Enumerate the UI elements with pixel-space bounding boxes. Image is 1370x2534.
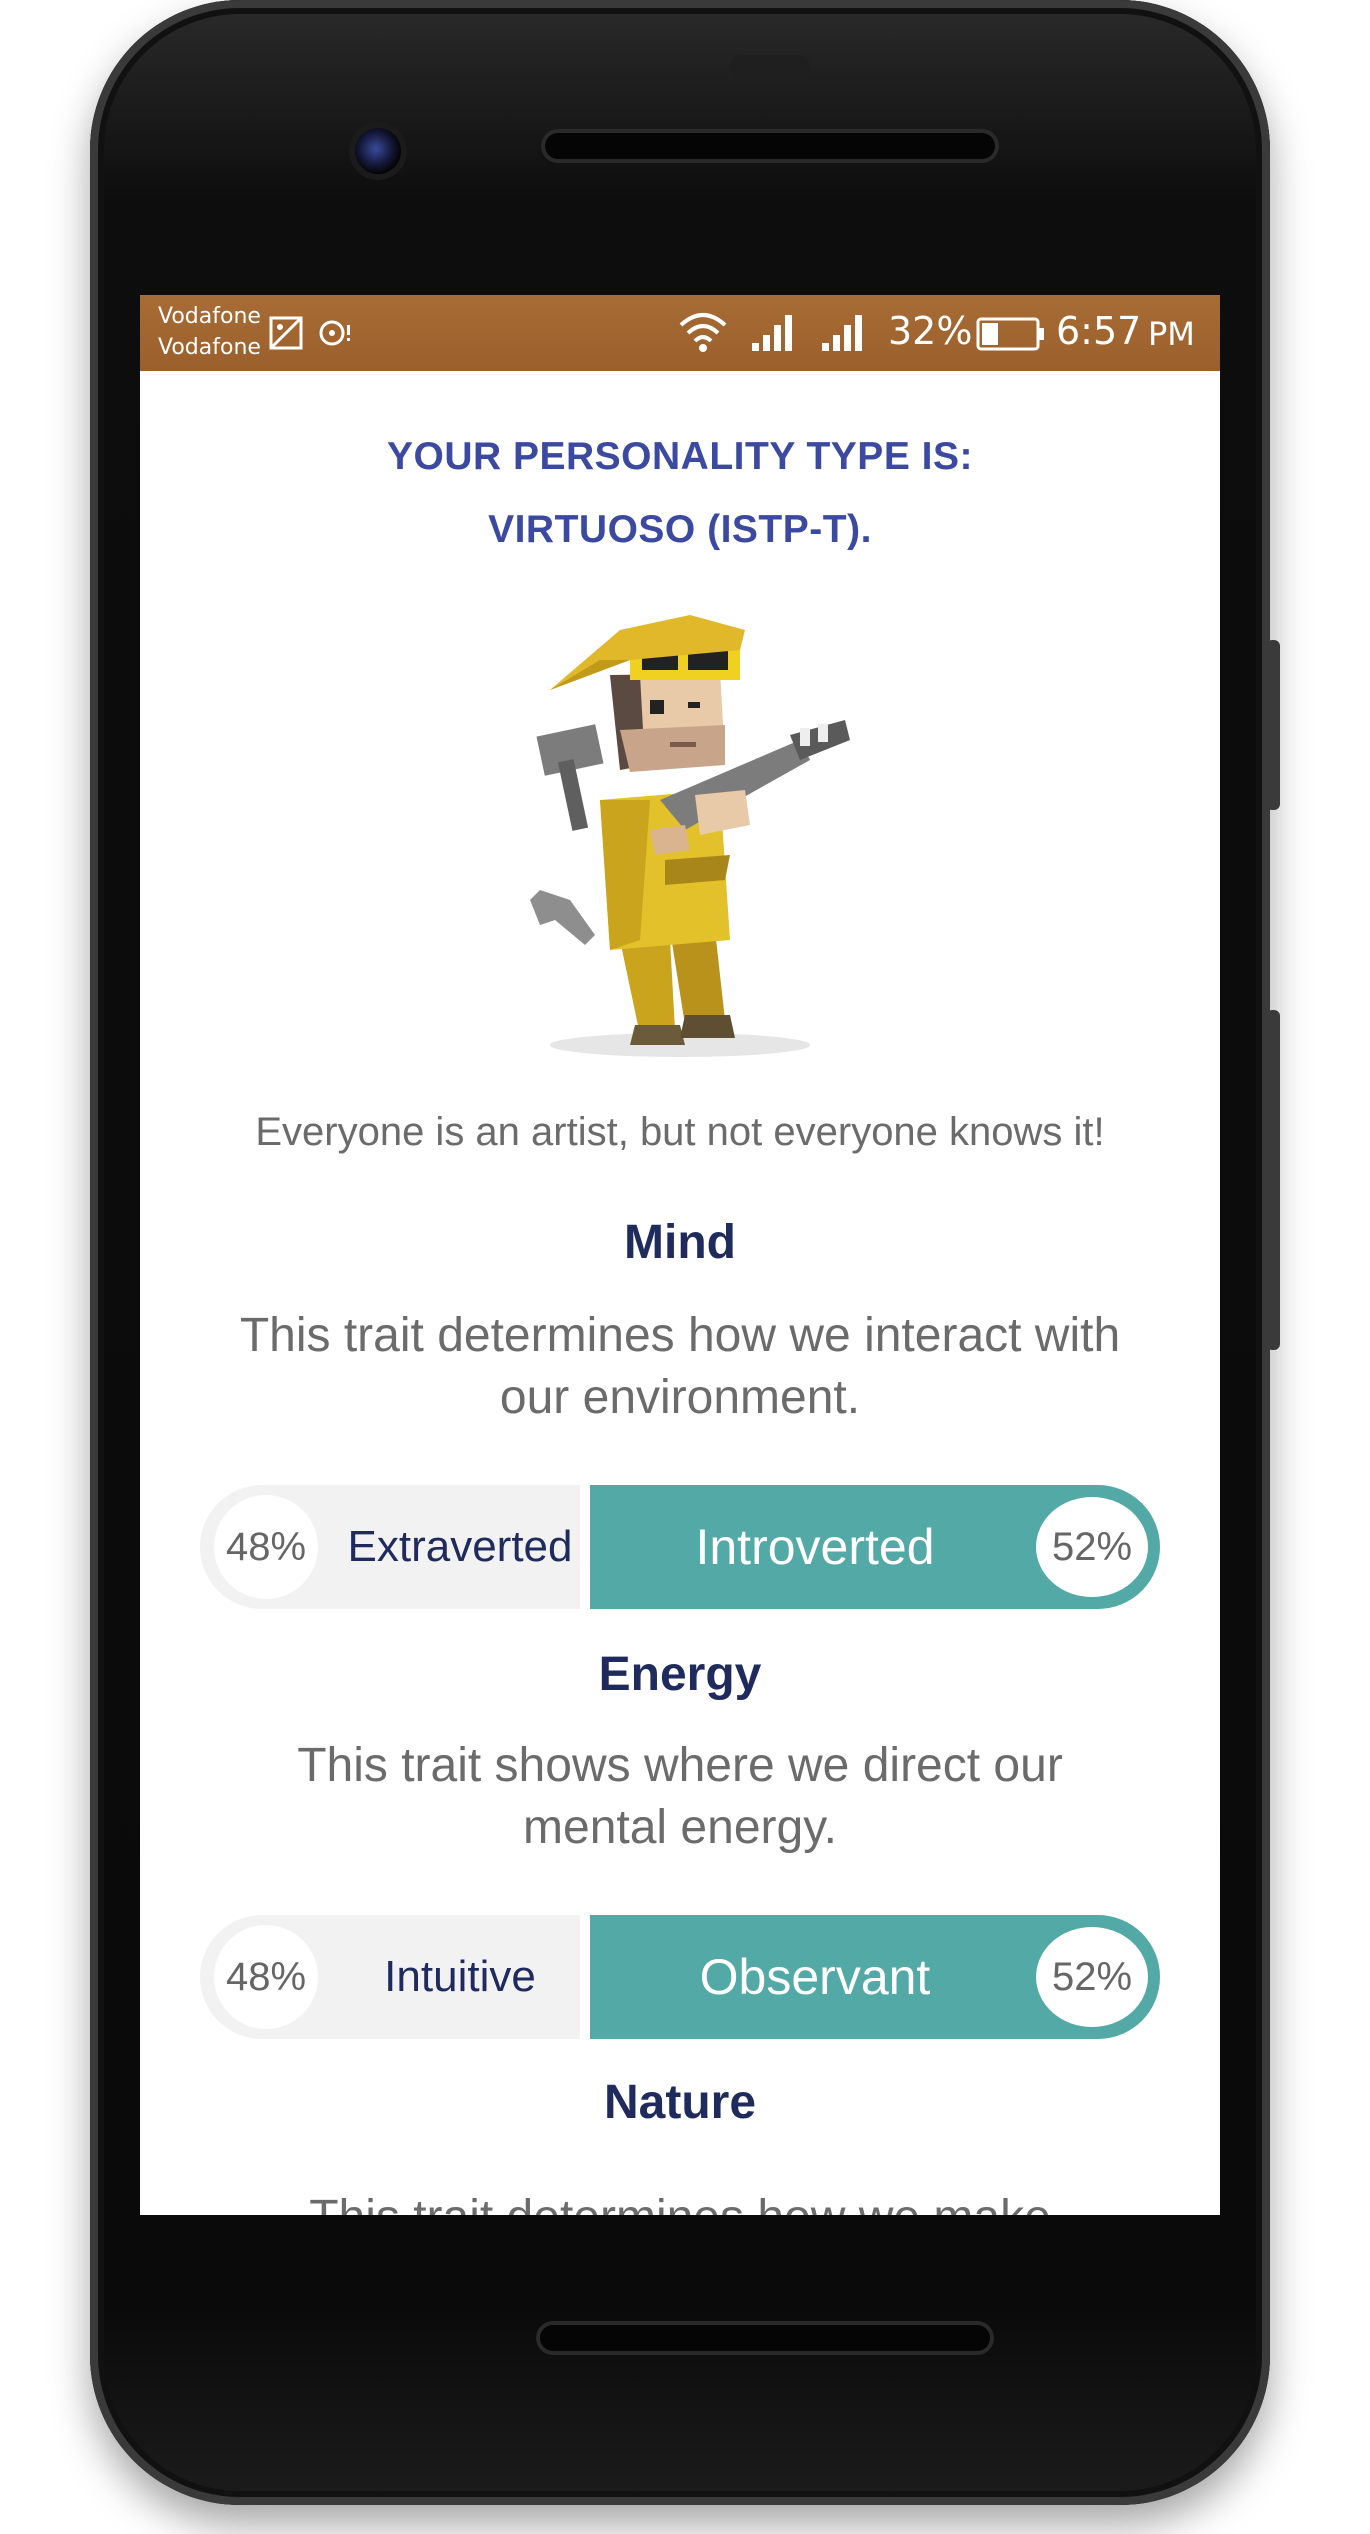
personality-quote: Everyone is an artist, but not everyone … <box>255 1110 1105 1154</box>
trait-title-nature: Nature <box>603 2076 757 2129</box>
status-bar: Vodafone Vodafone 32% 6:57 PM <box>140 295 1220 371</box>
power-button <box>1266 1010 1280 1350</box>
trait-left-segment: 48% Extraverted <box>200 1485 580 1609</box>
trait-right-segment: Introverted 52% <box>590 1485 1160 1609</box>
trait-description-energy: This trait shows where we direct our men… <box>140 1735 1220 1859</box>
trait-bar-mind: 48% Extraverted Introverted 52% <box>200 1485 1160 1609</box>
earpiece-speaker <box>545 133 995 159</box>
left-percent-badge: 48% <box>214 1495 318 1599</box>
right-trait-label: Introverted <box>695 1519 935 1575</box>
trait-left-segment: 48% Intuitive <box>200 1915 580 2039</box>
signal-icon <box>752 315 792 351</box>
trait-description-nature: This trait determines how we make <box>140 2190 1220 2215</box>
sensor <box>730 55 810 79</box>
volume-button <box>1266 640 1280 810</box>
clock-ampm: PM <box>1148 315 1195 353</box>
image-notification-icon <box>269 316 303 350</box>
personality-heading: YOUR PERSONALITY TYPE IS: <box>386 435 974 478</box>
signal-icon-2 <box>822 315 862 351</box>
right-trait-label: Observant <box>699 1949 931 2005</box>
battery-percent: 32% <box>888 309 973 353</box>
trait-description-line: our environment. <box>499 1371 861 1424</box>
carrier-1: Vodafone <box>158 304 261 329</box>
front-camera <box>355 128 401 174</box>
sync-icon <box>319 320 350 346</box>
trait-bar-energy: 48% Intuitive Observant 52% <box>200 1915 1160 2039</box>
carrier-labels: Vodafone Vodafone <box>158 301 261 363</box>
trait-title-mind: Mind <box>624 1216 736 1269</box>
trait-description-mind: This trait determines how we interact wi… <box>140 1305 1220 1429</box>
trait-description-line: mental energy. <box>523 1801 837 1854</box>
personality-type: VIRTUOSO (ISTP-T). <box>488 508 872 551</box>
trait-description-line: This trait determines how we interact wi… <box>239 1309 1121 1362</box>
left-trait-label: Extraverted <box>347 1522 573 1571</box>
trait-right-segment: Observant 52% <box>590 1915 1160 2039</box>
battery-icon <box>976 317 1044 351</box>
app-screen: Vodafone Vodafone 32% 6:57 PM YOUR PERSO… <box>140 295 1220 2215</box>
left-trait-label: Intuitive <box>384 1952 536 2001</box>
virtuoso-character-illustration <box>530 615 850 1057</box>
wifi-icon <box>679 313 727 352</box>
carrier-2: Vodafone <box>158 335 261 360</box>
trait-description-line: This trait shows where we direct our <box>297 1739 1063 1792</box>
trait-title-energy: Energy <box>598 1648 762 1701</box>
right-percent-badge: 52% <box>1036 1927 1148 2027</box>
right-percent-badge: 52% <box>1036 1497 1148 1597</box>
clock-time: 6:57 <box>1056 309 1142 353</box>
bottom-speaker <box>540 2325 990 2351</box>
left-percent-badge: 48% <box>214 1925 318 2029</box>
